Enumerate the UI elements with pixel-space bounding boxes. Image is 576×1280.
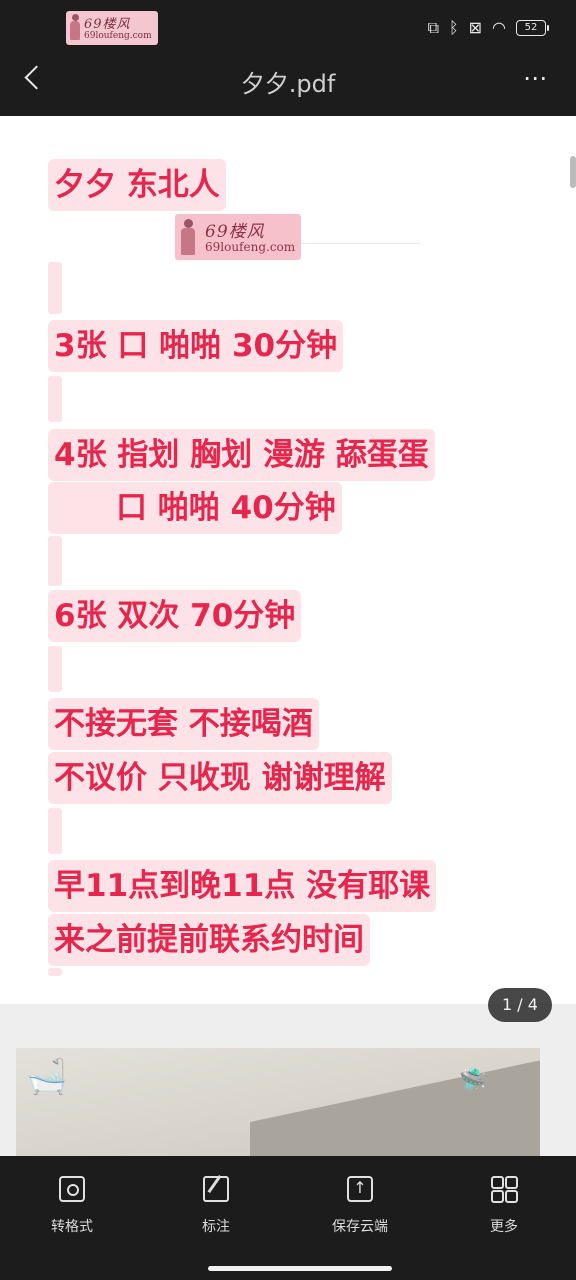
- page-indicator: 1 / 4: [488, 988, 552, 1022]
- page-photo-background: [250, 1053, 540, 1156]
- watermark-url: 69loufeng.com: [84, 31, 152, 41]
- wifi-icon: ◠: [492, 18, 506, 37]
- highlight-spacer: [48, 968, 62, 976]
- more-dots-icon: ⋯: [523, 64, 547, 92]
- cloud-save-icon: [347, 1176, 373, 1202]
- toolbar-label: 更多: [490, 1219, 518, 1235]
- doc-line: 6张 双次 70分钟: [48, 590, 302, 642]
- highlight-spacer: [48, 808, 62, 854]
- more-button[interactable]: 更多: [454, 1174, 554, 1246]
- bathtub-icon: 🛁: [25, 1057, 69, 1097]
- watermark-url: 69loufeng.com: [205, 240, 296, 254]
- watermark-figure-icon: [181, 219, 195, 255]
- watermark-title: 69楼风: [84, 17, 131, 32]
- scrollbar-thumb[interactable]: [570, 156, 576, 188]
- highlight-spacer: [48, 646, 62, 692]
- status-icons: ⧉ ᛒ ⊠ ◠ 52: [427, 16, 549, 40]
- more-options-button[interactable]: ⋯: [520, 66, 550, 90]
- watermark-logo: 69楼风 69loufeng.com: [66, 11, 158, 45]
- doc-line: 早11点到晚11点 没有耶课: [48, 860, 437, 912]
- watermark-logo: 69楼风 69loufeng.com: [175, 214, 301, 260]
- grid-more-icon: [491, 1176, 518, 1203]
- watermark-title: 69楼风: [205, 222, 265, 242]
- doc-line: 口 啪啪 40分钟: [48, 482, 342, 534]
- save-cloud-button[interactable]: 保存云端: [310, 1174, 410, 1246]
- top-bar: 69楼风 69loufeng.com ⧉ ᛒ ⊠ ◠ 52 夕夕.pdf ⋯: [0, 0, 576, 116]
- watermark-figure-icon: [70, 14, 80, 40]
- highlight-spacer: [48, 376, 62, 422]
- doc-line: 3张 口 啪啪 30分钟: [48, 320, 344, 372]
- ufo-icon: 🛸: [459, 1068, 487, 1093]
- highlight-spacer: [48, 536, 62, 586]
- document-title: 夕夕.pdf: [240, 70, 336, 98]
- doc-line: 不接无套 不接喝酒: [48, 698, 319, 750]
- doc-line: 夕夕 东北人: [48, 159, 226, 211]
- doc-line: 4张 指划 胸划 漫游 舔蛋蛋: [48, 429, 435, 481]
- pdf-page-2: 🛁 🛸: [16, 1048, 540, 1156]
- bluetooth-icon: ᛒ: [449, 18, 459, 37]
- toolbar-label: 标注: [202, 1219, 230, 1235]
- annotate-icon: [203, 1176, 229, 1202]
- convert-format-button[interactable]: 转格式: [22, 1174, 122, 1246]
- annotate-button[interactable]: 标注: [166, 1174, 266, 1246]
- screen-rotate-icon: ⧉: [427, 18, 440, 37]
- highlight-spacer: [48, 262, 62, 314]
- home-indicator[interactable]: [208, 1266, 392, 1271]
- doc-line: 不议价 只收现 谢谢理解: [48, 752, 392, 804]
- bottom-toolbar: 转格式 标注 保存云端 更多: [0, 1156, 576, 1280]
- pdf-page-1: 夕夕 东北人 69楼风 69loufeng.com 3张 口 啪啪 30分钟 4…: [0, 116, 576, 1004]
- battery-indicator: 52: [516, 20, 549, 36]
- sim-off-icon: ⊠: [468, 18, 483, 37]
- toolbar-label: 转格式: [51, 1219, 93, 1235]
- doc-line: 来之前提前联系约时间: [48, 914, 370, 966]
- convert-format-icon: [59, 1176, 85, 1202]
- toolbar-label: 保存云端: [332, 1219, 388, 1235]
